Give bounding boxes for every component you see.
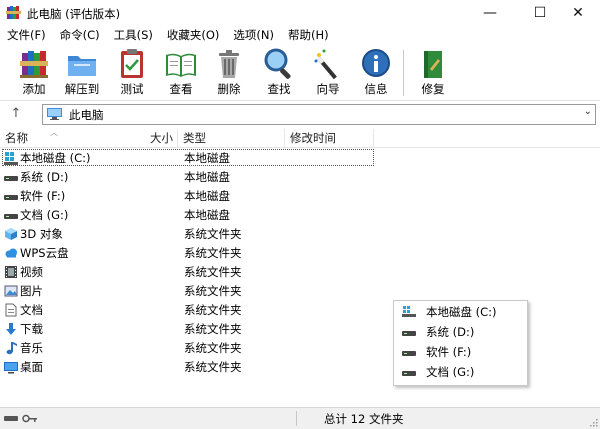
popup-item-drive-c[interactable]: 本地磁盘 (C:) (394, 302, 527, 322)
column-type[interactable]: 类型 (183, 129, 206, 147)
list-item[interactable]: 视频 系统文件夹 (0, 263, 380, 281)
drive-icon (402, 371, 416, 376)
list-item[interactable]: WPS云盘 系统文件夹 (0, 244, 380, 262)
popup-item-drive-f[interactable]: 软件 (F:) (394, 342, 527, 362)
list-item[interactable]: 图片 系统文件夹 (0, 282, 380, 300)
resize-grip-icon[interactable] (588, 417, 598, 427)
column-header: ︿ 名称 大小 类型 修改时间 (0, 128, 600, 148)
column-name[interactable]: 名称 (5, 129, 28, 147)
status-bar: 总计 12 文件夹 (0, 407, 600, 429)
repair-book-icon (424, 51, 442, 78)
drive-icon (4, 176, 18, 181)
menu-help[interactable]: 帮助(H) (281, 26, 336, 44)
document-icon (5, 303, 17, 317)
column-modified[interactable]: 修改时间 (290, 129, 336, 147)
magic-wand-icon (314, 49, 337, 80)
column-divider[interactable] (373, 129, 374, 147)
cloud-icon (5, 248, 17, 258)
windows-drive-icon (4, 152, 18, 165)
list-item[interactable]: 下载 系统文件夹 (0, 320, 380, 338)
menu-bar: 文件(F) 命令(C) 工具(S) 收藏夹(O) 选项(N) 帮助(H) (0, 26, 600, 44)
path-field[interactable]: 此电脑 ⌄ (42, 104, 596, 125)
drive-icon (4, 214, 18, 219)
list-item[interactable]: 文档 (G:) 本地磁盘 (0, 206, 380, 224)
popup-item-drive-g[interactable]: 文档 (G:) (394, 362, 527, 382)
window-title: 此电脑 (评估版本) (27, 7, 121, 21)
up-level-button[interactable]: ↑ (6, 104, 26, 124)
winrar-app-icon (6, 6, 21, 19)
clipboard-test-icon (121, 49, 143, 78)
menu-options[interactable]: 选项(N) (226, 26, 281, 44)
status-summary: 总计 12 文件夹 (324, 412, 404, 426)
magnifier-icon (264, 48, 291, 79)
delete-button[interactable]: 删除 (207, 47, 251, 99)
list-item[interactable]: 音乐 系统文件夹 (0, 339, 380, 357)
close-button[interactable]: ✕ (556, 0, 600, 26)
music-note-icon (6, 342, 17, 355)
add-button[interactable]: 添加 (12, 47, 56, 99)
toolbar-separator (403, 50, 404, 96)
drive-list-popup: 本地磁盘 (C:) 系统 (D:) 软件 (F:) 文档 (G:) (393, 300, 528, 386)
list-item[interactable]: 文档 系统文件夹 (0, 301, 380, 319)
extract-to-button[interactable]: 解压到 (60, 47, 104, 99)
download-arrow-icon (6, 323, 16, 335)
desktop-icon (4, 362, 18, 374)
wizard-button[interactable]: 向导 (306, 47, 350, 99)
address-bar: ↑ 此电脑 ⌄ (0, 101, 600, 126)
menu-favorites[interactable]: 收藏夹(O) (160, 26, 227, 44)
info-button[interactable]: 信息 (354, 47, 398, 99)
picture-icon (4, 285, 18, 297)
sort-ascending-icon: ︿ (50, 128, 58, 137)
list-item[interactable]: 3D 对象 系统文件夹 (0, 225, 380, 243)
find-button[interactable]: 查找 (257, 47, 301, 99)
books-add-icon (20, 51, 48, 78)
path-text: 此电脑 (69, 108, 104, 122)
menu-tools[interactable]: 工具(S) (107, 26, 160, 44)
column-divider[interactable] (284, 129, 285, 147)
book-view-icon (166, 53, 196, 77)
film-icon (5, 266, 17, 278)
trash-icon (219, 50, 239, 78)
cube-3d-icon (5, 228, 17, 240)
windows-drive-icon (402, 306, 416, 317)
status-divider (296, 411, 297, 426)
path-dropdown-button[interactable]: ⌄ (584, 106, 592, 117)
computer-icon (47, 108, 62, 120)
test-button[interactable]: 测试 (110, 47, 154, 99)
folder-extract-icon (68, 56, 96, 76)
repair-button[interactable]: 修复 (411, 47, 455, 99)
list-item[interactable]: 系统 (D:) 本地磁盘 (0, 168, 380, 186)
drive-icon (402, 331, 416, 336)
menu-file[interactable]: 文件(F) (0, 26, 53, 44)
column-size[interactable]: 大小 (150, 129, 173, 147)
title-bar: 此电脑 (评估版本) — ☐ ✕ (0, 0, 600, 26)
toolbar: 添加 解压到 测试 查看 删除 查找 向导 信息 修复 (0, 44, 600, 101)
column-divider[interactable] (177, 129, 178, 147)
view-button[interactable]: 查看 (159, 47, 203, 99)
info-icon (362, 49, 390, 77)
list-item[interactable]: 本地磁盘 (C:) 本地磁盘 (0, 149, 380, 167)
drive-icon (4, 195, 18, 200)
list-item[interactable]: 软件 (F:) 本地磁盘 (0, 187, 380, 205)
drive-icon (402, 351, 416, 356)
popup-item-drive-d[interactable]: 系统 (D:) (394, 322, 527, 342)
menu-command[interactable]: 命令(C) (53, 26, 107, 44)
list-item[interactable]: 桌面 系统文件夹 (0, 358, 380, 376)
drive-key-icon (4, 414, 37, 423)
minimize-button[interactable]: — (468, 0, 512, 26)
